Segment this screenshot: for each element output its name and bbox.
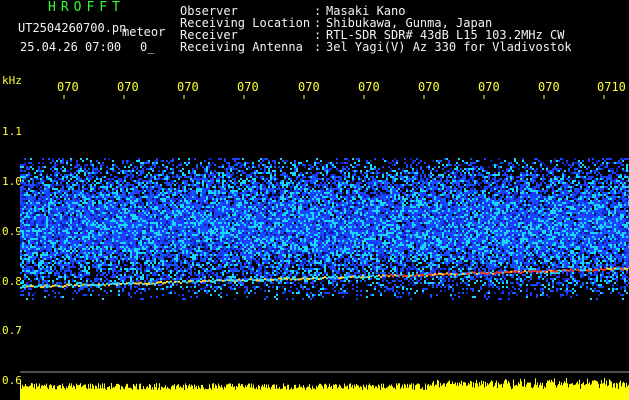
amplitude-strip [20,377,629,400]
spectrogram-canvas [20,95,629,400]
tick-marks [63,95,605,99]
noise-band [20,158,629,300]
